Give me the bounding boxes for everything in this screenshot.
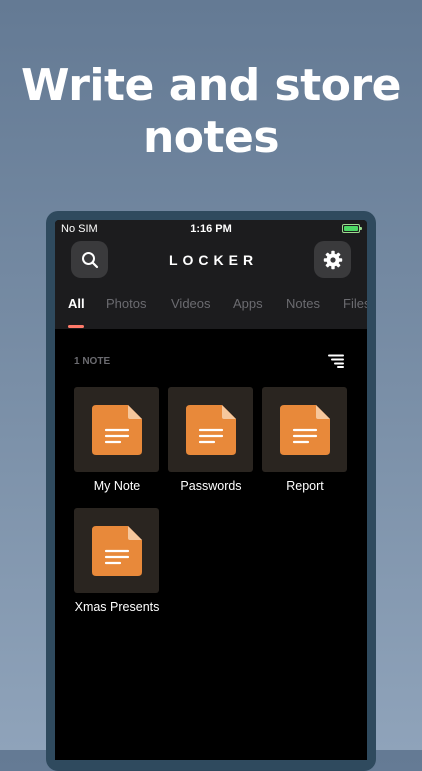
app-screen: No SIM 1:16 PM LOCKER All Photos Videos … (55, 220, 367, 760)
file-item[interactable]: My Note (74, 387, 160, 493)
headline-line-1: Write and store (20, 60, 402, 111)
sort-button[interactable] (327, 353, 345, 369)
file-item[interactable]: Passwords (168, 387, 254, 493)
file-name: Xmas Presents (74, 600, 160, 614)
category-tabs: All Photos Videos Apps Notes Files (55, 292, 367, 329)
file-item[interactable]: Report (262, 387, 348, 493)
note-file-icon (185, 404, 236, 455)
file-thumbnail[interactable] (74, 508, 159, 593)
file-name: My Note (93, 479, 141, 493)
clock: 1:16 PM (190, 223, 232, 235)
tab-files[interactable]: Files (343, 296, 367, 311)
tab-notes[interactable]: Notes (286, 296, 320, 311)
tab-all[interactable]: All (68, 296, 85, 311)
status-bar: No SIM 1:16 PM (55, 220, 367, 238)
tab-photos[interactable]: Photos (106, 296, 146, 311)
promo-headline: Write and store notes (0, 60, 422, 164)
note-file-icon (91, 404, 142, 455)
gear-icon (323, 250, 342, 269)
file-thumbnail[interactable] (168, 387, 253, 472)
tab-videos[interactable]: Videos (171, 296, 211, 311)
note-file-icon (279, 404, 330, 455)
headline-line-2: notes (142, 112, 280, 163)
sort-icon (328, 354, 344, 368)
note-file-icon (91, 525, 142, 576)
file-browser: 1 NOTE My Note Passwords Report Xmas Pre… (55, 329, 367, 760)
item-count: 1 NOTE (74, 356, 111, 367)
file-name: Passwords (180, 479, 242, 493)
file-item[interactable]: Xmas Presents (74, 508, 160, 614)
settings-button[interactable] (314, 241, 351, 278)
file-thumbnail[interactable] (262, 387, 347, 472)
active-tab-indicator (68, 325, 84, 328)
file-thumbnail[interactable] (74, 387, 159, 472)
file-name: Report (286, 479, 324, 493)
battery-icon (342, 224, 362, 233)
tab-apps[interactable]: Apps (233, 296, 263, 311)
app-header: No SIM 1:16 PM LOCKER All Photos Videos … (55, 220, 367, 329)
